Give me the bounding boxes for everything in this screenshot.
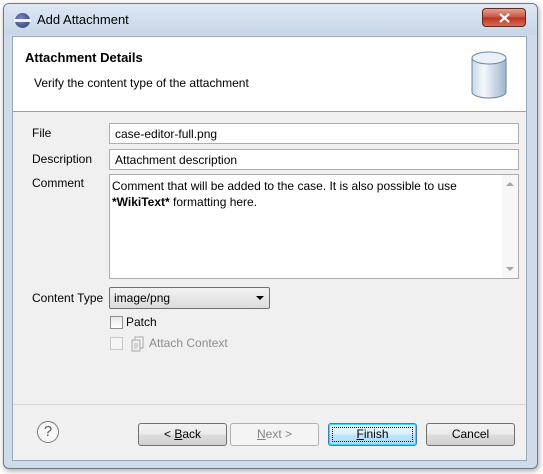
close-icon bbox=[499, 13, 510, 23]
page-description: Verify the content type of the attachmen… bbox=[34, 76, 249, 90]
database-icon bbox=[471, 51, 507, 99]
title-bar[interactable]: Add Attachment bbox=[4, 4, 537, 35]
comment-textarea[interactable]: Comment that will be added to the case. … bbox=[109, 174, 519, 279]
description-field[interactable]: Attachment description bbox=[109, 149, 519, 170]
comment-line1: Comment that will be added to the case. … bbox=[112, 179, 457, 193]
page-title: Attachment Details bbox=[25, 50, 143, 65]
eclipse-icon bbox=[14, 13, 31, 28]
comment-text: Comment that will be added to the case. … bbox=[112, 178, 497, 210]
back-button[interactable]: < Back bbox=[138, 423, 227, 446]
patch-label: Patch bbox=[126, 315, 157, 329]
help-icon[interactable]: ? bbox=[37, 421, 59, 443]
back-rest: ack bbox=[182, 427, 202, 441]
attach-context-checkbox bbox=[110, 337, 123, 350]
window-title: Add Attachment bbox=[37, 12, 129, 27]
next-button[interactable]: Next > bbox=[230, 423, 319, 446]
back-prefix: < bbox=[163, 427, 175, 441]
content-type-value: image/png bbox=[114, 291, 171, 305]
scroll-up-icon[interactable] bbox=[506, 182, 514, 186]
next-mnemonic: N bbox=[256, 427, 266, 441]
add-attachment-dialog: Add Attachment Attachment Details Verify… bbox=[3, 3, 538, 469]
file-field[interactable]: case-editor-full.png bbox=[109, 123, 519, 144]
next-rest: ext > bbox=[265, 427, 293, 441]
finish-button[interactable]: Finish bbox=[328, 423, 417, 446]
content-type-select[interactable]: image/png bbox=[109, 287, 270, 309]
attach-context-label: Attach Context bbox=[149, 336, 228, 350]
comment-label: Comment bbox=[32, 176, 85, 190]
cancel-button[interactable]: Cancel bbox=[426, 423, 515, 446]
dialog-content: Attachment Details Verify the content ty… bbox=[12, 36, 527, 461]
close-button[interactable] bbox=[482, 8, 526, 27]
scroll-down-icon[interactable] bbox=[506, 267, 514, 271]
context-icon bbox=[131, 336, 144, 352]
comment-scrollbar[interactable] bbox=[502, 175, 518, 278]
chevron-down-icon bbox=[256, 296, 264, 300]
description-label: Description bbox=[32, 152, 93, 166]
content-type-label: Content Type bbox=[32, 291, 104, 305]
focus-rect bbox=[332, 427, 413, 442]
patch-checkbox[interactable] bbox=[110, 316, 123, 329]
file-label: File bbox=[32, 126, 52, 140]
comment-wikitext: *WikiText* bbox=[112, 195, 170, 209]
wizard-header: Attachment Details Verify the content ty… bbox=[13, 37, 526, 112]
button-bar-separator bbox=[13, 404, 526, 405]
comment-line2: formatting here. bbox=[169, 195, 258, 209]
